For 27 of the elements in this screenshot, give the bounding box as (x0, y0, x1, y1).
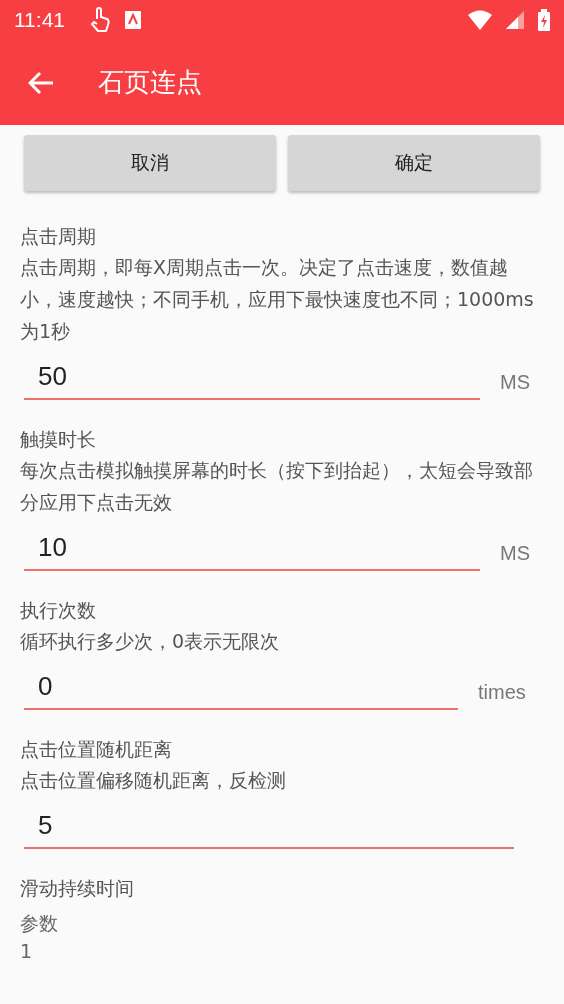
setting-description: 循环执行多少次，0表示无限次 (20, 629, 281, 654)
setting-description: 每次点击模拟触摸屏幕的时长（按下到抬起），太短会导致部分应用下点击无效 (20, 458, 534, 515)
unit-label: MS (500, 542, 530, 566)
param-value: 1 (20, 939, 34, 964)
app-title: 石页连点 (98, 66, 202, 99)
battery-charging-icon (538, 9, 550, 31)
status-time: 11:41 (14, 8, 65, 32)
setting-title: 滑动持续时间 (20, 876, 135, 901)
setting-title: 点击位置随机距离 (20, 737, 173, 762)
param-label: 参数 (20, 911, 59, 936)
input-field[interactable]: 50 (24, 355, 480, 400)
setting-description: 点击位置偏移随机距离，反检测 (20, 768, 287, 793)
input-field[interactable]: 10 (24, 526, 480, 571)
input-field[interactable]: 5 (24, 804, 514, 849)
setting-description: 点击周期，即每X周期点击一次。决定了点击速度，数值越小，速度越快；不同手机，应用下最快速度也不同；1000ms为1秒 (20, 255, 535, 344)
setting-title: 执行次数 (20, 598, 97, 623)
wifi-icon (468, 10, 492, 30)
input-field[interactable]: 0 (24, 665, 458, 710)
back-arrow-icon[interactable] (28, 70, 54, 95)
unit-label: times (478, 681, 526, 705)
signal-icon (506, 11, 524, 29)
unit-label: MS (500, 371, 530, 395)
setting-title: 点击周期 (20, 224, 97, 249)
setting-title: 触摸时长 (20, 427, 97, 452)
cancel-button[interactable]: 取消 (24, 135, 276, 191)
confirm-button[interactable]: 确定 (288, 135, 540, 191)
app-notification-icon (125, 11, 141, 29)
